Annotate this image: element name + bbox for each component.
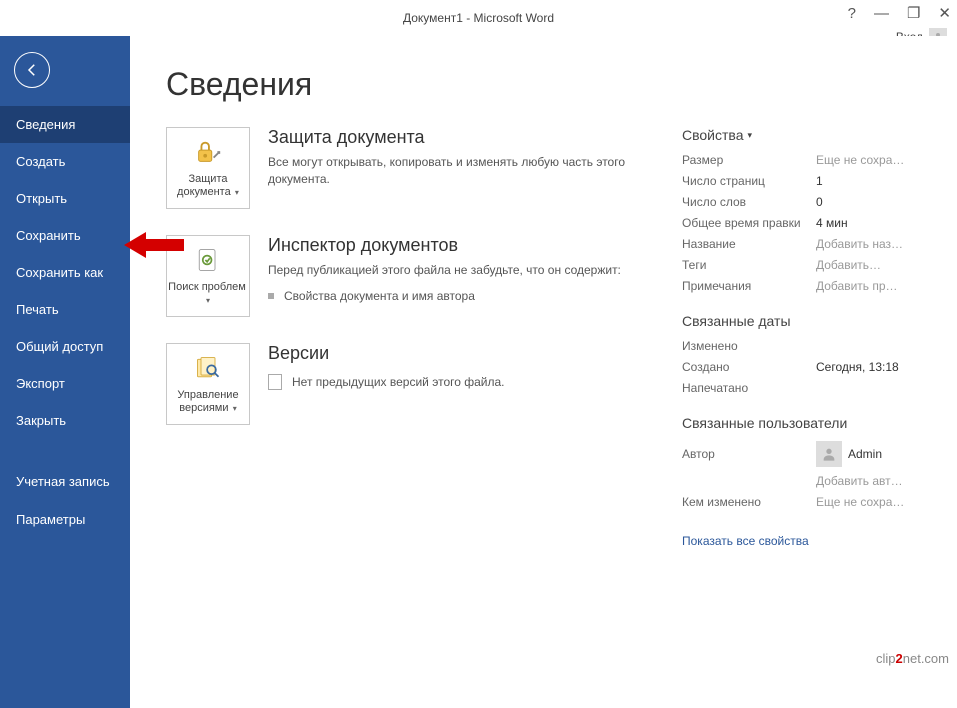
nav-info[interactable]: Сведения <box>0 106 130 143</box>
close-icon[interactable]: ✕ <box>938 4 951 22</box>
nav-print[interactable]: Печать <box>0 291 130 328</box>
prop-notes-value[interactable]: Добавить пр… <box>816 279 898 293</box>
prop-size-value: Еще не сохра… <box>816 153 904 167</box>
prop-notes-label: Примечания <box>682 279 816 293</box>
nav-options[interactable]: Параметры <box>0 501 130 538</box>
document-icon <box>268 374 282 390</box>
red-arrow-annotation <box>124 230 184 260</box>
page-title: Сведения <box>166 66 921 103</box>
add-author[interactable]: Добавить авт… <box>816 474 903 488</box>
prop-size-label: Размер <box>682 153 816 167</box>
prop-edit-value: 4 мин <box>816 216 848 230</box>
prop-pages-label: Число страниц <box>682 174 816 188</box>
prop-edit-label: Общее время правки <box>682 216 816 230</box>
nav-close[interactable]: Закрыть <box>0 402 130 439</box>
nav-save[interactable]: Сохранить <box>0 217 130 254</box>
watermark: clip2net.com <box>876 651 949 666</box>
restore-icon[interactable]: ❐ <box>907 4 920 22</box>
back-button[interactable] <box>14 52 50 88</box>
backstage-sidebar: Сведения Создать Открыть Сохранить Сохра… <box>0 36 130 708</box>
prop-tags-value[interactable]: Добавить… <box>816 258 881 272</box>
minimize-icon[interactable]: — <box>874 5 889 22</box>
manage-versions-button[interactable]: Управление версиями ▾ <box>166 343 250 425</box>
prop-words-value: 0 <box>816 195 823 209</box>
chevron-down-icon: ▾ <box>747 130 752 141</box>
prop-pages-value: 1 <box>816 174 823 188</box>
prop-tags-label: Теги <box>682 258 816 272</box>
chevron-down-icon: ▾ <box>233 188 239 197</box>
protect-document-button[interactable]: Защита документа ▾ <box>166 127 250 209</box>
related-people-header: Связанные пользователи <box>682 415 921 431</box>
nav-new[interactable]: Создать <box>0 143 130 180</box>
changed-by-value: Еще не сохра… <box>816 495 904 509</box>
author-label: Автор <box>682 447 816 461</box>
chevron-down-icon: ▾ <box>231 404 237 413</box>
prop-words-label: Число слов <box>682 195 816 209</box>
prop-printed-label: Напечатано <box>682 381 816 395</box>
inspect-heading: Инспектор документов <box>268 235 621 256</box>
related-dates-header: Связанные даты <box>682 313 921 329</box>
protect-text: Все могут открывать, копировать и изменя… <box>268 154 628 188</box>
versions-icon <box>193 353 223 383</box>
nav-save-as[interactable]: Сохранить как <box>0 254 130 291</box>
prop-created-label: Создано <box>682 360 816 374</box>
nav-share[interactable]: Общий доступ <box>0 328 130 365</box>
versions-text: Нет предыдущих версий этого файла. <box>292 375 505 389</box>
prop-modified-label: Изменено <box>682 339 816 353</box>
prop-created-value: Сегодня, 13:18 <box>816 360 899 374</box>
protect-heading: Защита документа <box>268 127 628 148</box>
lock-key-icon <box>193 137 223 167</box>
prop-title-label: Название <box>682 237 816 251</box>
chevron-down-icon: ▾ <box>206 296 210 305</box>
nav-open[interactable]: Открыть <box>0 180 130 217</box>
help-icon[interactable]: ? <box>848 5 856 22</box>
author-avatar-icon <box>816 441 842 467</box>
versions-heading: Версии <box>268 343 505 364</box>
bullet-icon <box>268 293 274 299</box>
inspect-text: Перед публикацией этого файла не забудьт… <box>268 262 621 279</box>
nav-export[interactable]: Экспорт <box>0 365 130 402</box>
inspect-bullet: Свойства документа и имя автора <box>284 289 475 303</box>
inspect-icon <box>193 245 223 275</box>
changed-by-label: Кем изменено <box>682 495 816 509</box>
author-name[interactable]: Admin <box>848 447 882 461</box>
show-all-properties-link[interactable]: Показать все свойства <box>682 534 809 548</box>
window-title: Документ1 - Microsoft Word <box>403 11 554 25</box>
prop-title-value[interactable]: Добавить наз… <box>816 237 903 251</box>
properties-dropdown[interactable]: Свойства ▾ <box>682 127 921 143</box>
nav-account[interactable]: Учетная запись <box>0 463 130 501</box>
